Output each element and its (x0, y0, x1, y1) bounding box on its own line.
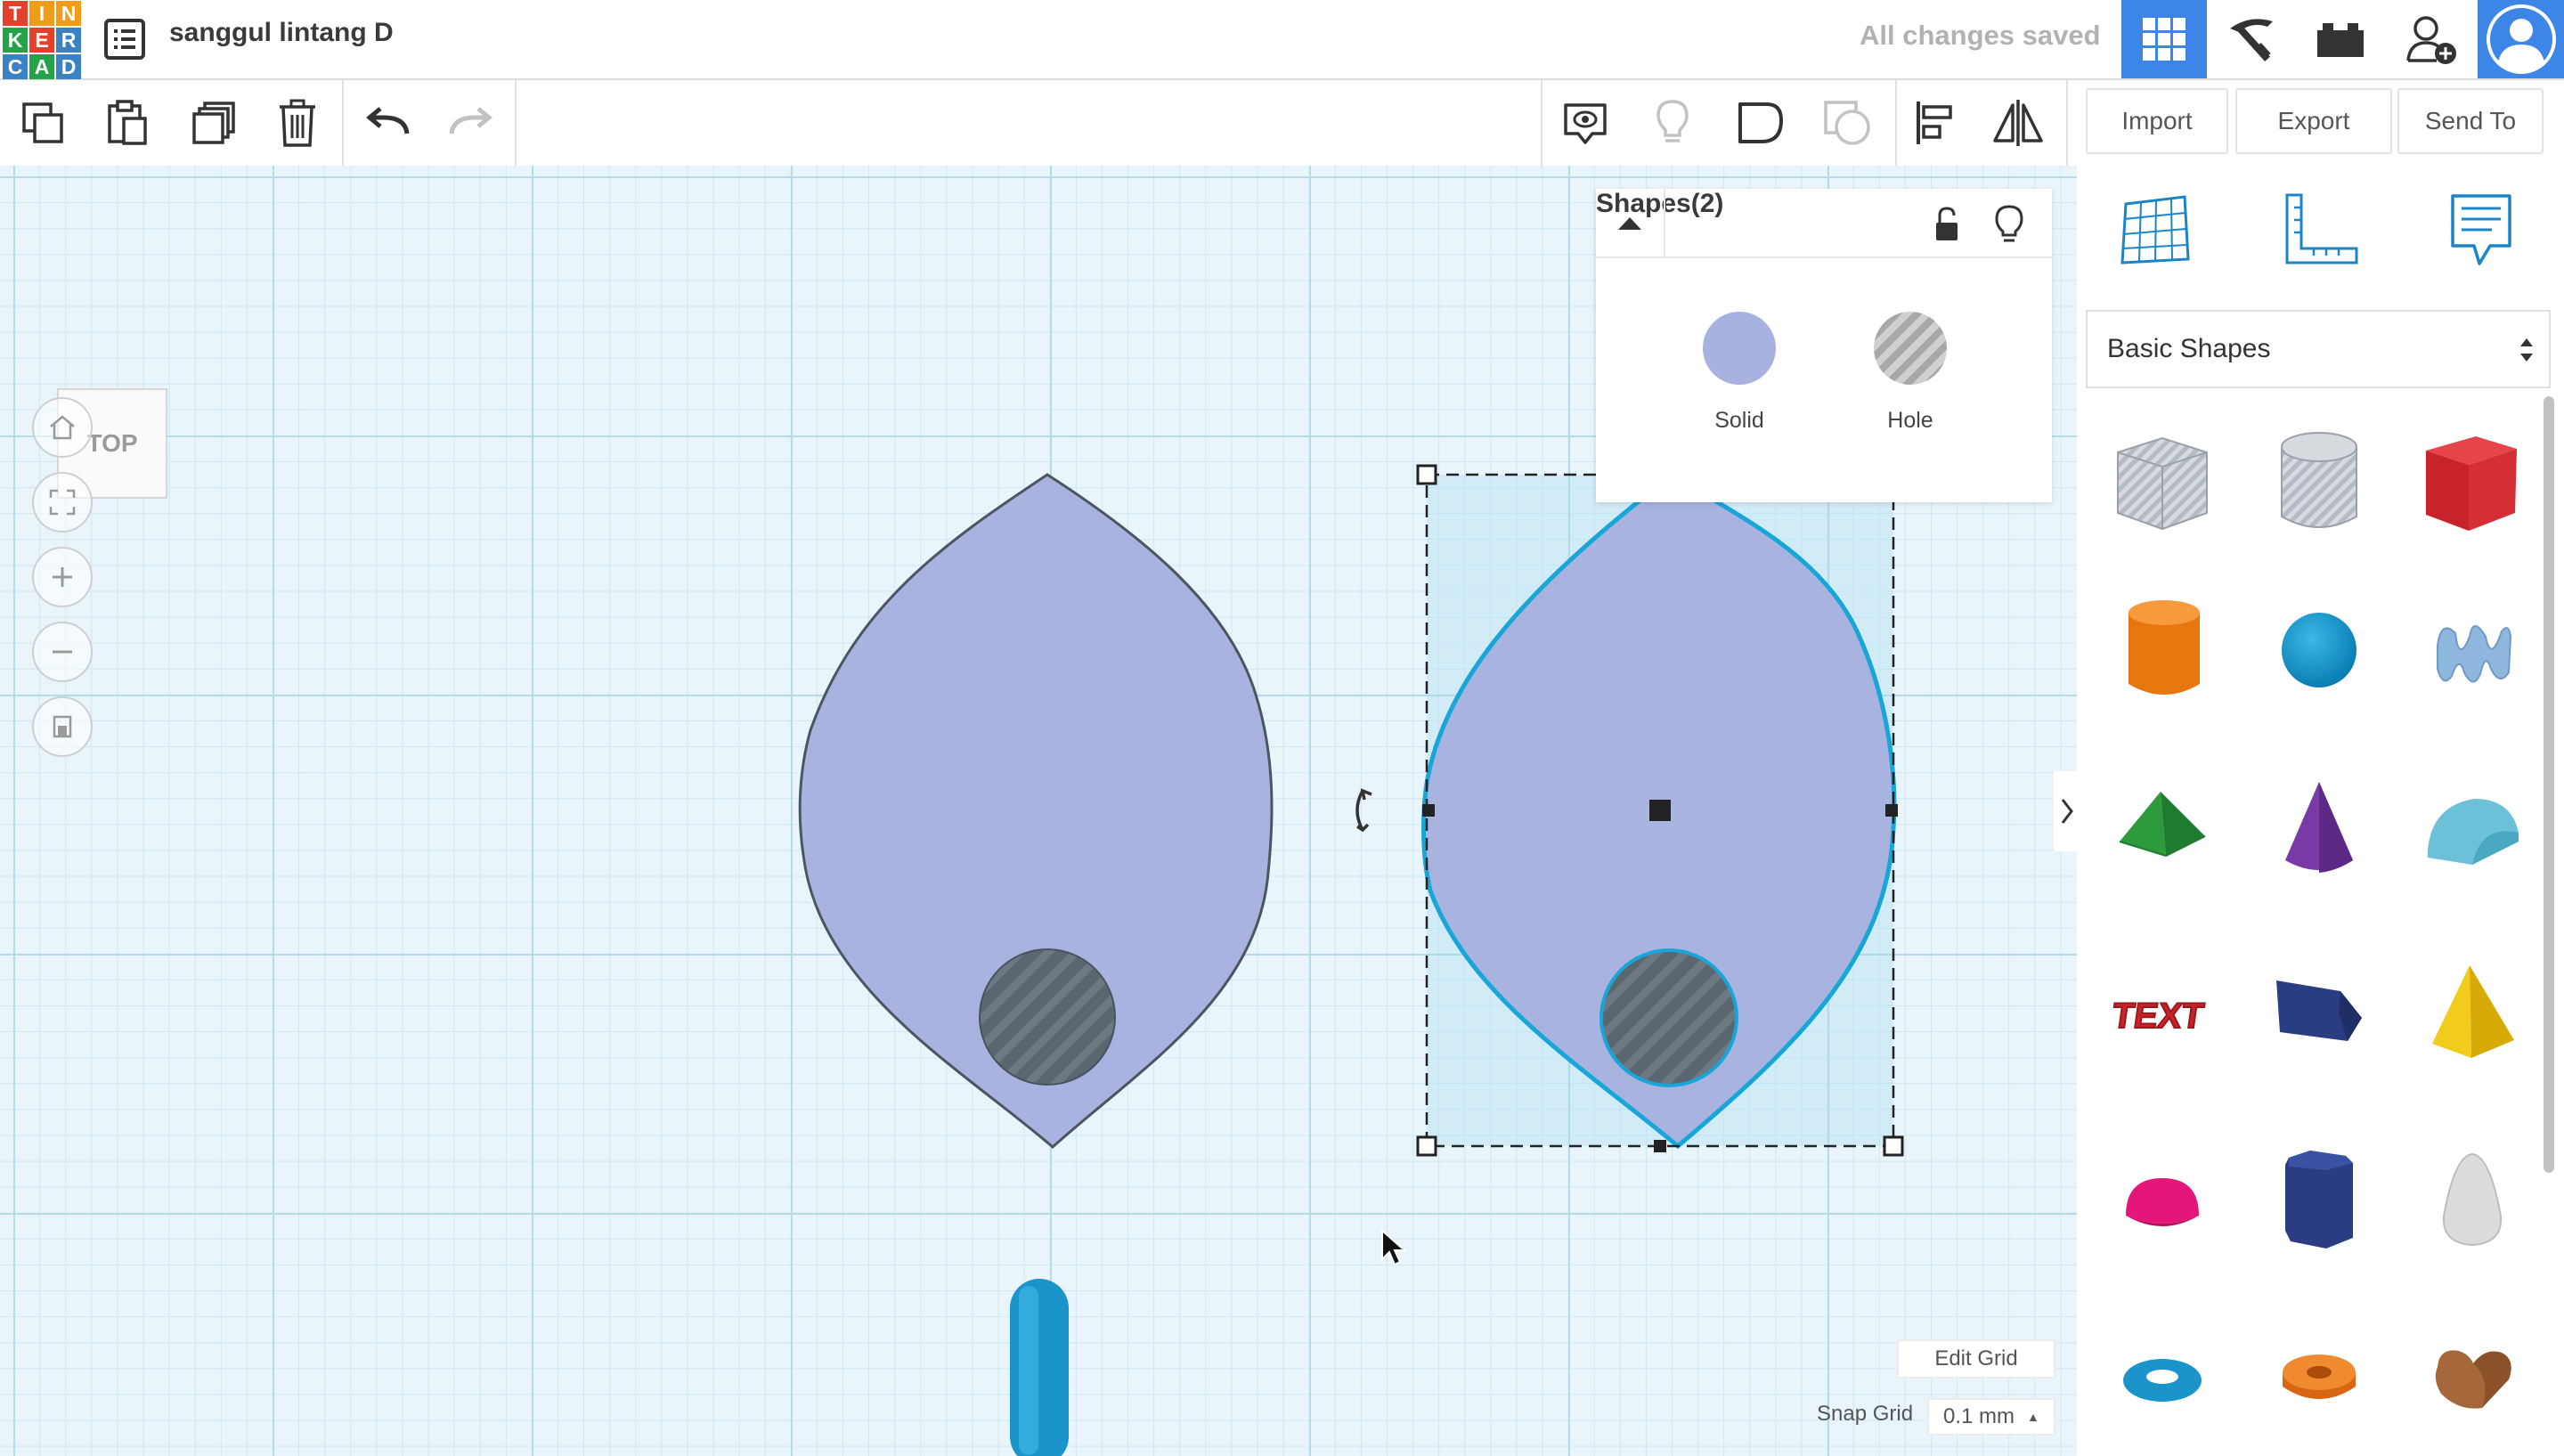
ruler-icon[interactable] (2276, 189, 2365, 271)
lock-icon[interactable] (1929, 205, 1965, 244)
toolbar-divider (515, 80, 517, 166)
logo-letter: K (3, 28, 28, 53)
round-roof-shape[interactable] (2410, 766, 2535, 891)
cylinder-object[interactable] (1010, 1279, 1069, 1456)
notes-icon[interactable] (1550, 89, 1621, 157)
copy-icon[interactable] (7, 89, 78, 157)
perspective-icon[interactable] (32, 696, 93, 757)
ungroup-icon (1811, 89, 1883, 157)
polygon-shape[interactable] (2257, 1138, 2381, 1263)
toolbar-divider (342, 80, 344, 166)
hole-swatch[interactable] (1874, 312, 1947, 385)
undo-icon[interactable] (353, 89, 424, 157)
export-button[interactable]: Export (2235, 88, 2392, 154)
workplane-icon[interactable] (2111, 189, 2200, 271)
shape-category-select[interactable]: Basic Shapes (2086, 310, 2551, 388)
home-view-icon[interactable] (32, 397, 93, 458)
inspector-header: Shapes(2) (1596, 189, 2052, 258)
solid-label: Solid (1714, 408, 1764, 433)
send-to-button[interactable]: Send To (2397, 88, 2544, 154)
roof-shape[interactable] (2100, 766, 2225, 891)
collapse-icon[interactable] (1596, 189, 1665, 258)
torus-shape[interactable] (2100, 1318, 2225, 1443)
heart-shape[interactable] (2410, 1318, 2535, 1443)
cylinder-hole-shape[interactable] (2257, 420, 2381, 545)
design-list-icon[interactable] (102, 16, 148, 62)
logo-letter: T (3, 1, 28, 26)
toolbar-divider (1895, 80, 1897, 166)
text-shape[interactable]: TEXT (2104, 951, 2228, 1076)
shape-inspector: Shapes(2) Solid Hole (1596, 189, 2052, 502)
sphere-shape[interactable] (2257, 588, 2381, 712)
paste-icon[interactable] (91, 89, 162, 157)
scribble-shape[interactable] (2410, 588, 2535, 712)
delete-icon[interactable] (262, 89, 333, 157)
logo-letter: D (56, 54, 81, 79)
cylinder-shape[interactable] (2102, 588, 2226, 712)
notes-tab-icon[interactable] (2437, 189, 2526, 271)
design-title[interactable]: sanggul lintang D (169, 18, 394, 48)
text-shape-label: TEXT (2112, 995, 2208, 1037)
save-status: All changes saved (1860, 20, 2101, 51)
toolbar-divider (2066, 80, 2068, 166)
shapes-scrollbar[interactable] (2544, 396, 2554, 1173)
tinkercad-logo[interactable]: TIN KER CAD (0, 0, 82, 79)
light-bulb-icon[interactable] (1991, 203, 2027, 246)
tube-shape[interactable] (2257, 1318, 2381, 1443)
box-shape[interactable] (2408, 420, 2533, 545)
zoom-in-icon[interactable] (32, 547, 93, 607)
svg-text:TEXT: TEXT (2112, 996, 2207, 1036)
logo-letter: I (29, 1, 54, 26)
zoom-out-icon[interactable] (32, 622, 93, 682)
snap-grid-value: 0.1 mm (1943, 1404, 2015, 1428)
logo-letter: N (56, 1, 81, 26)
logo-letter: E (29, 28, 54, 53)
redo-icon (435, 89, 506, 157)
logo-letter: R (56, 28, 81, 53)
rotate-handle-icon[interactable] (1355, 788, 1372, 833)
group-icon[interactable] (1724, 89, 1795, 157)
logo-letter: A (29, 54, 54, 79)
bricks-icon[interactable] (2298, 0, 2383, 78)
paraboloid-shape[interactable] (2410, 1138, 2535, 1263)
logo-letter: C (3, 54, 28, 79)
cone-shape[interactable] (2257, 766, 2381, 891)
pyramid-shape[interactable] (2410, 951, 2535, 1076)
toolbar-divider (1541, 80, 1542, 166)
mouse-cursor-icon (1381, 1228, 1407, 1266)
duplicate-icon[interactable] (178, 89, 249, 157)
mirror-icon[interactable] (1982, 89, 2054, 157)
shape-category-value: Basic Shapes (2107, 334, 2271, 363)
edit-grid-button[interactable]: Edit Grid (1897, 1339, 2055, 1379)
top-bar: TIN KER CAD sanggul lintang D All changes … (0, 0, 2564, 80)
panel-collapse-arrow-icon[interactable] (2054, 771, 2077, 851)
fit-view-icon[interactable] (32, 472, 93, 533)
add-user-icon[interactable] (2389, 0, 2474, 78)
pickaxe-icon[interactable] (2209, 0, 2294, 78)
solid-color-swatch[interactable] (1703, 312, 1776, 385)
half-sphere-shape[interactable] (2100, 1138, 2225, 1263)
leaf-shape-left[interactable] (798, 473, 1274, 1149)
light-icon (1637, 89, 1708, 157)
align-icon[interactable] (1899, 89, 1970, 157)
viewcube-label: TOP (86, 429, 138, 457)
profile-avatar-icon[interactable] (2478, 0, 2564, 78)
box-hole-shape[interactable] (2100, 420, 2225, 545)
grid-view-icon[interactable] (2121, 0, 2207, 78)
wedge-shape[interactable] (2253, 951, 2378, 1076)
hole-label: Hole (1887, 408, 1933, 433)
snap-grid-select[interactable]: 0.1 mm ▲ (1927, 1398, 2055, 1436)
import-button[interactable]: Import (2086, 88, 2228, 154)
caret-up-icon: ▲ (2027, 1410, 2039, 1424)
snap-grid-label: Snap Grid (1817, 1402, 1914, 1426)
tinkercad-editor: TIN KER CAD sanggul lintang D All changes … (0, 0, 2564, 1456)
select-arrows-icon (2519, 335, 2535, 365)
